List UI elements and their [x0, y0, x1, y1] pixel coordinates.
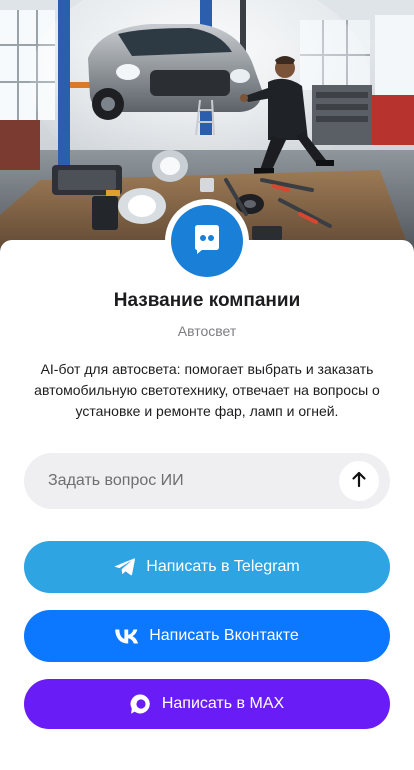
- arrow-up-icon: [350, 470, 368, 493]
- company-name: Название компании: [113, 290, 301, 311]
- ask-ai-input[interactable]: Задать вопрос ИИ: [24, 453, 390, 509]
- company-page: Название компании Автосвет AI-бот для ав…: [0, 0, 414, 770]
- avatar: [165, 199, 249, 283]
- company-category: Автосвет: [177, 323, 237, 339]
- vk-icon: [115, 629, 139, 644]
- company-description: AI-бот для автосвета: помогает выбрать и…: [34, 361, 380, 419]
- telegram-icon: [114, 557, 136, 577]
- max-icon: [130, 693, 152, 715]
- vk-button[interactable]: Написать Вконтакте: [24, 610, 390, 662]
- telegram-button-label: Написать в Telegram: [146, 558, 300, 575]
- chat-bot-icon: [188, 220, 226, 263]
- send-button[interactable]: [339, 461, 379, 501]
- avatar-badge: [171, 205, 243, 277]
- telegram-button[interactable]: Написать в Telegram: [24, 541, 390, 593]
- max-button-label: Написать в MAX: [161, 695, 285, 712]
- vk-button-label: Написать Вконтакте: [149, 627, 299, 644]
- max-button[interactable]: Написать в MAX: [24, 679, 390, 729]
- ask-ai-placeholder: Задать вопрос ИИ: [48, 472, 184, 489]
